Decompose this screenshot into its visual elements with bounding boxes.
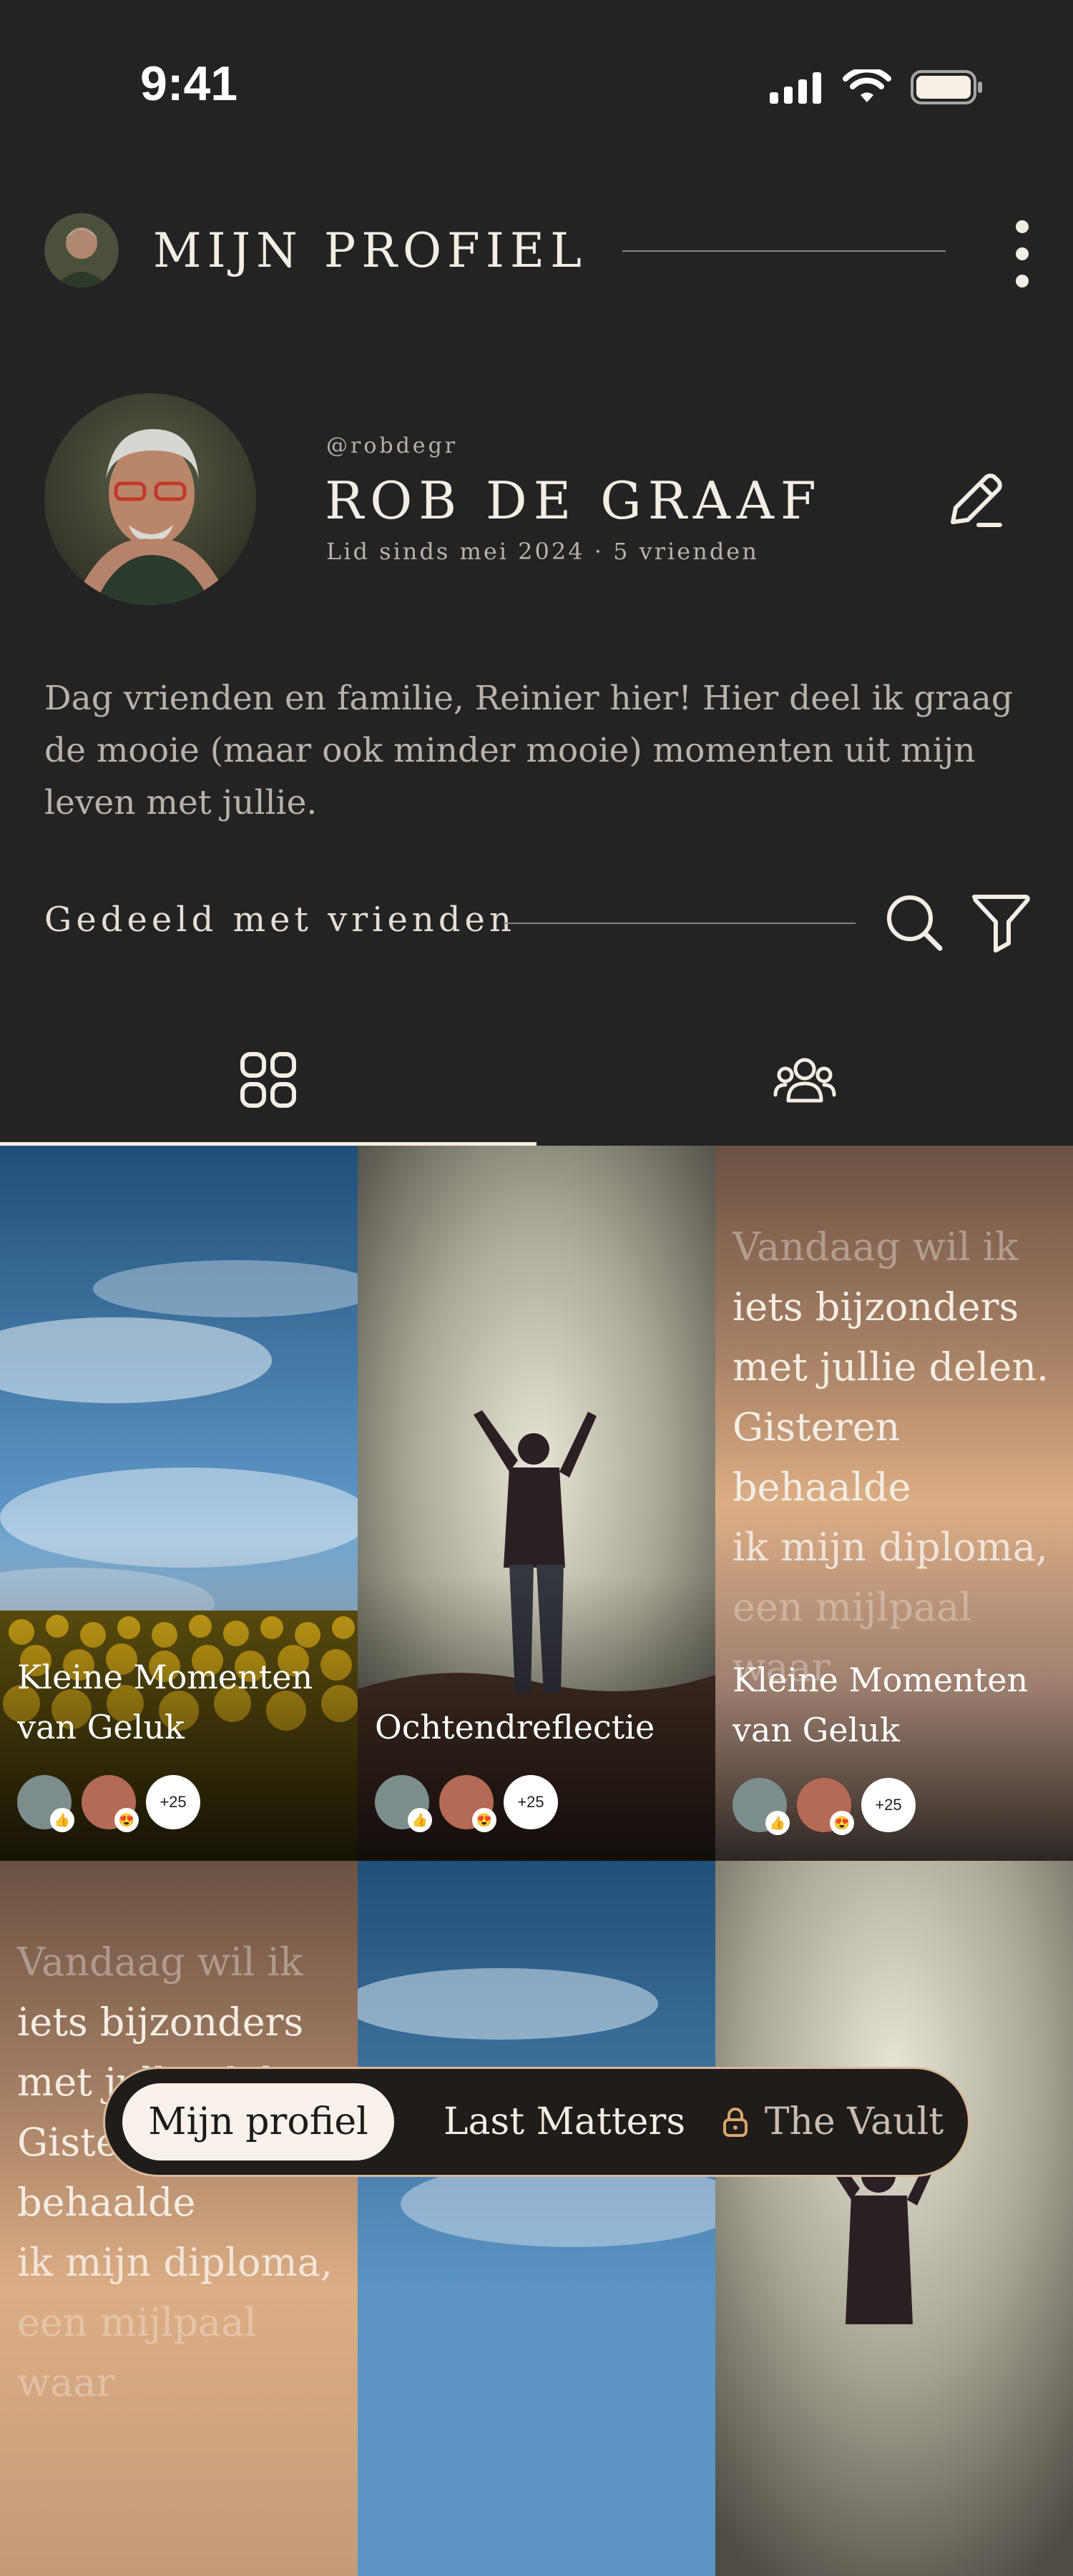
signal-icon [770,72,821,104]
header-divider [622,250,946,252]
edit-profile-button[interactable] [943,469,1007,534]
header-avatar[interactable] [44,213,119,287]
more-dot [1016,247,1029,260]
more-dot [1016,220,1029,233]
reactions-row[interactable]: 👍 😍 +25 [17,1774,200,1832]
heart-eyes-icon: 😍 [114,1808,139,1832]
post-title-line: van Geluk [733,1711,900,1749]
reaction-avatar: 👍 [17,1775,74,1832]
status-icons [768,66,984,109]
nav-the-vault[interactable]: The Vault [707,2083,958,2160]
post-text-line: een mijlpaal waar [17,2300,257,2405]
post-text-line: ik mijn diploma, [733,1525,1049,1570]
filter-icon [972,895,1030,953]
group-icon [773,1058,836,1103]
filter-button[interactable] [970,891,1030,953]
post-tile[interactable] [358,1861,715,2576]
nav-the-vault-label: The Vault [764,2100,944,2143]
reactions-row[interactable]: 👍 😍 +25 [733,1776,916,1835]
section-label: Gedeeld met vrienden [44,900,516,940]
lock-icon [722,2108,748,2137]
reaction-avatar: 😍 [797,1778,854,1835]
text-post-tile[interactable]: Vandaag wil ik iets bijzonders met julli… [0,1861,358,2576]
post-image [358,1146,715,1861]
nav-last-matters[interactable]: Last Matters [421,2083,707,2160]
more-dot [1016,275,1029,287]
post-text-line: Vandaag wil ik [17,1940,303,1985]
pencil-icon [951,473,1002,527]
post-text-line: Gisteren behaalde [733,1405,911,1510]
battery-icon [911,70,982,104]
more-menu-button[interactable] [1004,215,1040,293]
post-title: Kleine Momenten van Geluk [17,1652,313,1752]
search-button[interactable] [884,893,944,953]
thumbs-up-icon: 👍 [50,1808,74,1832]
reactions-row[interactable]: 👍 😍 +25 [375,1774,558,1832]
post-tile[interactable] [715,1861,1073,2576]
more-reactions-count: +25 [861,1778,916,1832]
post-title-line: Kleine Momenten [733,1661,1029,1699]
profile-bio: Dag vrienden en familie, Reinier hier! H… [44,679,1014,822]
section-divider [504,923,856,924]
heart-eyes-icon: 😍 [472,1808,496,1832]
status-time: 9:41 [140,56,238,111]
post-image [358,1861,715,2576]
grid-icon [240,1052,296,1108]
page-title: MIJN PROFIEL [153,223,587,278]
nav-my-profile[interactable]: Mijn profiel [122,2083,394,2160]
nav-last-matters-label: Last Matters [444,2100,685,2143]
profile-avatar[interactable] [44,393,256,605]
thumbs-up-icon: 👍 [408,1808,432,1832]
nav-my-profile-label: Mijn profiel [148,2100,368,2143]
post-title-line: Kleine Momenten [17,1658,313,1696]
reaction-avatar: 👍 [733,1778,790,1835]
reaction-avatar: 👍 [375,1775,432,1832]
post-text-line: Vandaag wil ik [733,1224,1019,1269]
bottom-nav: Mijn profiel Last Matters The Vault [103,2067,970,2177]
post-image [715,1861,1073,2576]
post-tile[interactable]: Kleine Momenten van Geluk 👍 😍 +25 [0,1146,358,1861]
post-text-line: ik mijn diploma, [17,2240,333,2285]
profile-name: ROB DE GRAAF [325,471,823,531]
tab-friends[interactable] [536,1016,1073,1144]
post-tile[interactable]: Ochtendreflectie 👍 😍 +25 [358,1146,715,1861]
post-title-line: van Geluk [17,1708,185,1746]
heart-eyes-icon: 😍 [830,1811,854,1835]
post-title-line: Ochtendreflectie [375,1708,655,1746]
more-reactions-count: +25 [504,1775,558,1829]
post-text-line: iets bijzonders [733,1284,1019,1329]
tab-grid[interactable] [0,1016,536,1144]
thumbs-up-icon: 👍 [765,1811,790,1835]
reaction-avatar: 😍 [82,1775,139,1832]
search-icon [887,895,943,951]
text-post-tile[interactable]: Vandaag wil ik iets bijzonders met julli… [715,1146,1073,1861]
post-title: Kleine Momenten van Geluk [733,1655,1028,1755]
post-text-line: met jullie delen. [733,1344,1049,1390]
post-text-line: iets bijzonders [17,2000,304,2045]
wifi-icon [843,69,891,102]
post-image [0,1146,358,1861]
reaction-avatar: 😍 [439,1775,496,1832]
profile-meta: Lid sinds mei 2024 · 5 vrienden [326,538,759,565]
post-title: Ochtendreflectie [375,1702,655,1752]
profile-handle: @robdegr [326,433,459,458]
more-reactions-count: +25 [146,1775,200,1829]
post-text: Vandaag wil ik iets bijzonders met julli… [733,1217,1062,1698]
